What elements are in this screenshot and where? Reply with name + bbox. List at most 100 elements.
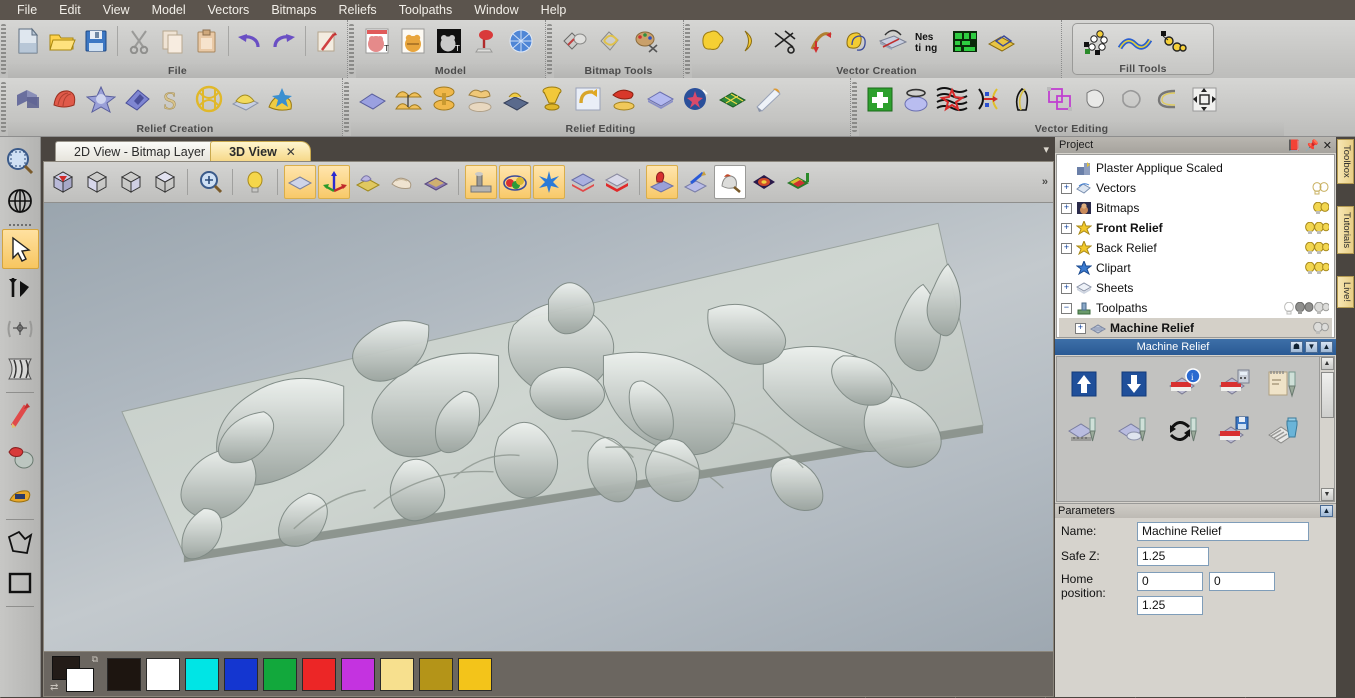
menu-item-window[interactable]: Window — [463, 1, 529, 19]
palette-swatch[interactable] — [146, 658, 180, 691]
toolpath-calculator-icon[interactable] — [1209, 361, 1259, 408]
paint-bucket-tool[interactable] — [2, 436, 39, 476]
dome-relief-icon[interactable] — [227, 80, 263, 118]
tree-item-toolpaths[interactable]: − Toolpaths — [1059, 298, 1332, 318]
scroll-up-button[interactable]: ▲ — [1321, 357, 1334, 370]
mirror-relief-icon[interactable] — [570, 80, 606, 118]
pencil-tool[interactable] — [2, 396, 39, 436]
foreground-background-swatch[interactable]: ⧉ ⇄ — [52, 656, 96, 692]
toolbar-grip[interactable] — [685, 24, 690, 74]
collapse-icon[interactable]: ▲ — [1320, 505, 1333, 517]
menu-item-toolpaths[interactable]: Toolpaths — [388, 1, 464, 19]
home-z-input[interactable]: 1.25 — [1137, 596, 1203, 615]
visibility-bulbs[interactable] — [1312, 182, 1329, 195]
menu-item-model[interactable]: Model — [141, 1, 197, 19]
pressure-relief-icon[interactable] — [898, 80, 934, 118]
blend-relief-icon[interactable] — [426, 80, 462, 118]
toolbar-grip[interactable] — [344, 82, 349, 132]
restore-icon[interactable]: ☗ — [1290, 341, 1303, 353]
layer-relief-icon[interactable] — [642, 80, 678, 118]
smooth-relief-icon[interactable] — [390, 80, 426, 118]
toolbar-grip[interactable] — [852, 82, 857, 132]
lamp-model-icon[interactable] — [467, 22, 503, 60]
background-color[interactable] — [66, 668, 94, 692]
profile-edit-icon[interactable] — [1006, 80, 1042, 118]
curve-edit-icon[interactable] — [803, 22, 839, 60]
save-disk-icon[interactable] — [79, 22, 113, 60]
reset-colors-icon[interactable]: ⇄ — [50, 682, 58, 693]
toolpath-reorder-icon[interactable] — [1159, 408, 1209, 455]
palette-swatch[interactable] — [107, 658, 141, 691]
top-view-button[interactable] — [149, 165, 181, 199]
palette-swatch[interactable] — [185, 658, 219, 691]
node-fill-icon[interactable] — [1081, 24, 1117, 62]
nesting-icon[interactable]: Nesting — [911, 22, 947, 60]
palette-swatch[interactable] — [341, 658, 375, 691]
layer-red-button[interactable] — [567, 165, 599, 199]
material-button[interactable] — [386, 165, 418, 199]
add-vector-icon[interactable] — [862, 80, 898, 118]
texture-relief-icon[interactable] — [263, 80, 299, 118]
toolbar-grip[interactable] — [1, 82, 6, 132]
tree-item-sheets[interactable]: + Sheets — [1059, 278, 1332, 298]
palette-swatch[interactable] — [458, 658, 492, 691]
clipart-button[interactable] — [352, 165, 384, 199]
tool-list-icon[interactable] — [1259, 361, 1309, 408]
tree-root[interactable]: Plaster Applique Scaled — [1059, 158, 1332, 178]
palette-swatch[interactable] — [380, 658, 414, 691]
zoom-relief-button[interactable] — [714, 165, 746, 199]
toolbar-overflow-icon[interactable]: » — [1042, 176, 1048, 188]
star-vector-icon[interactable] — [695, 22, 731, 60]
paint-relief-icon[interactable] — [678, 80, 714, 118]
rectangle-tool[interactable] — [2, 563, 39, 603]
home-x-input[interactable]: 0 — [1137, 572, 1203, 591]
tab-tutorials[interactable]: Tutorials — [1337, 206, 1354, 254]
move-down-icon[interactable] — [1109, 361, 1159, 408]
menu-item-help[interactable]: Help — [530, 1, 578, 19]
weld-union-icon[interactable] — [1078, 80, 1114, 118]
paint-relief-button[interactable] — [680, 165, 712, 199]
visibility-bulbs[interactable] — [1305, 242, 1329, 255]
toolpath-preview-icon[interactable] — [1109, 408, 1159, 455]
globe-view-tool[interactable] — [2, 181, 39, 221]
zoom-view-button[interactable] — [194, 165, 226, 199]
transform-vector-icon[interactable] — [1186, 80, 1222, 118]
palette-swatch[interactable] — [302, 658, 336, 691]
menu-item-vectors[interactable]: Vectors — [197, 1, 261, 19]
color-model-icon[interactable] — [395, 22, 431, 60]
visibility-bulbs[interactable] — [1312, 322, 1329, 335]
visibility-bulbs[interactable] — [1283, 302, 1329, 315]
menu-item-reliefs[interactable]: Reliefs — [327, 1, 387, 19]
new-file-icon[interactable] — [11, 22, 45, 60]
expander-icon[interactable]: + — [1061, 283, 1072, 294]
palette-swatch[interactable] — [419, 658, 453, 691]
grid-relief-icon[interactable] — [714, 80, 750, 118]
move-up-icon[interactable] — [1059, 361, 1109, 408]
plate-layout-icon[interactable] — [947, 22, 983, 60]
toolbar-grip[interactable] — [1, 24, 6, 74]
axis-display-button[interactable] — [318, 165, 350, 199]
zoom-tool[interactable] — [2, 141, 39, 181]
distort-tool[interactable] — [2, 349, 39, 389]
side-view-button[interactable] — [115, 165, 147, 199]
menu-item-bitmaps[interactable]: Bitmaps — [260, 1, 327, 19]
swap-colors-icon[interactable]: ⧉ — [92, 654, 98, 665]
rainbow-button[interactable] — [782, 165, 814, 199]
eraser-tool[interactable] — [2, 476, 39, 516]
3d-canvas[interactable] — [44, 203, 1053, 651]
sculpt-relief-icon[interactable] — [606, 80, 642, 118]
erase-relief-icon[interactable] — [462, 80, 498, 118]
vector-trim-icon[interactable] — [767, 22, 803, 60]
sphere-wireframe-icon[interactable] — [503, 22, 539, 60]
bitmap-merge-icon[interactable] — [557, 22, 593, 60]
expander-icon[interactable]: + — [1061, 243, 1072, 254]
undo-arrow-icon[interactable] — [233, 22, 267, 60]
select-arrow-tool[interactable] — [2, 229, 39, 269]
visibility-bulbs[interactable] — [1305, 262, 1329, 275]
minimize-icon[interactable]: ▼ — [1305, 341, 1318, 353]
expander-icon[interactable]: − — [1061, 303, 1072, 314]
toolbar-grip[interactable] — [547, 24, 552, 74]
emboss-vector-icon[interactable] — [983, 22, 1019, 60]
paste-icon[interactable] — [190, 22, 224, 60]
group-vectors-icon[interactable] — [1042, 80, 1078, 118]
